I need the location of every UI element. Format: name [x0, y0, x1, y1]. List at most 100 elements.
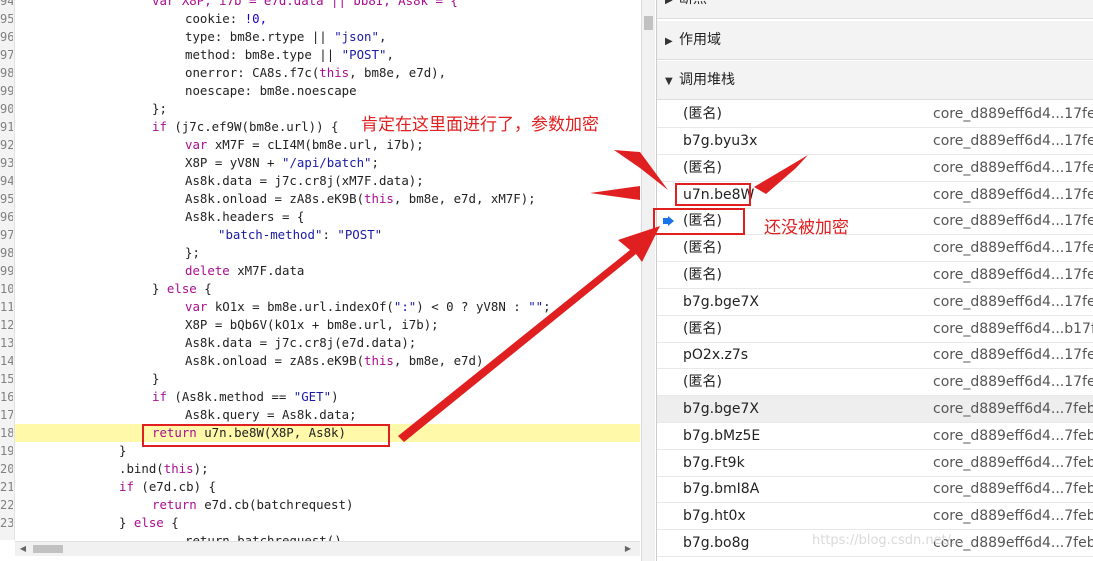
code-line: if (As8k.method == "GET") — [152, 388, 339, 406]
frame-function-name: b7g.ht0x — [683, 508, 746, 524]
code-token: var X8P, i7b = e7d.data || bb8I, As8k = … — [152, 0, 458, 8]
frame-function-name: pO2x.z7s — [683, 347, 749, 363]
call-stack-frame[interactable]: b7g.bmI8A core_d889eff6d4...7febf4 — [657, 476, 1093, 503]
code-token: "json" — [334, 29, 379, 44]
code-line: X8P = bQb6V(kO1x + bm8e.url, i7b); — [185, 317, 439, 332]
call-stack-frame[interactable]: (匿名) core_d889eff6d4...17febf4 — [657, 262, 1093, 289]
horizontal-scrollbar[interactable]: ◀ ▶ — [15, 541, 640, 556]
code-line: type: bm8e.rtype || "json", — [185, 28, 386, 46]
frame-location[interactable]: core_d889eff6d4...17febf4 — [933, 342, 1093, 368]
code-token: bm8e.type || — [244, 47, 342, 62]
current-call-stack-frame[interactable]: (匿名) core_d889eff6d4...17febf4 — [657, 208, 1093, 235]
code-line: noescape: bm8e.noescape — [185, 83, 357, 98]
vertical-scrollbar[interactable] — [641, 0, 655, 561]
frame-location[interactable]: core_d889eff6d4...7febf4 — [933, 423, 1093, 449]
code-token: else — [133, 515, 164, 530]
vertical-scroll-thumb[interactable] — [644, 16, 653, 30]
code-line: cookie: !0, — [185, 10, 267, 28]
code-token: , bm8e, e7d), — [349, 65, 447, 80]
call-stack-section-header[interactable]: ▼ 调用堆栈 — [657, 61, 1093, 100]
code-line: As8k.query = As8k.data; — [185, 407, 357, 422]
frame-location[interactable]: core_d889eff6d4...7febf4 — [933, 476, 1093, 502]
code-line: As8k.headers = { — [185, 209, 305, 224]
code-token: : — [322, 227, 338, 242]
code-token: ":" — [393, 299, 417, 314]
frame-location[interactable]: core_d889eff6d4...17febf4 — [933, 101, 1093, 127]
code-token: var — [185, 137, 208, 152]
code-line: delete xM7F.data — [185, 262, 304, 280]
call-stack-frame[interactable]: (匿名) core_d889eff6d4...17febf4 — [657, 155, 1093, 182]
code-line: var X8P, i7b = e7d.data || bb8I, As8k = … — [152, 0, 458, 10]
code-line: var kO1x = bm8e.url.indexOf(":") < 0 ? y… — [185, 298, 551, 316]
code-token: "POST" — [341, 47, 387, 62]
code-token: CA8s.f7c( — [252, 65, 320, 80]
code-lines: var X8P, i7b = e7d.data || bb8I, As8k = … — [0, 0, 640, 548]
call-stack-frame[interactable]: u7n.be8W core_d889eff6d4...17febf4 — [657, 182, 1093, 209]
call-stack-frame[interactable]: b7g.bge7X core_d889eff6d4...17febf4 — [657, 289, 1093, 316]
call-stack-frame[interactable]: (匿名) core_d889eff6d4...17febf4 — [657, 235, 1093, 262]
code-line: } — [152, 371, 160, 386]
code-token: if — [152, 389, 167, 404]
code-line: X8P = yV8N + "/api/batch"; — [185, 154, 379, 172]
frame-location[interactable]: core_d889eff6d4...17febf4 — [933, 369, 1093, 395]
frame-location[interactable]: core_d889eff6d4...17febf4 — [933, 289, 1093, 315]
frame-location[interactable]: core_d889eff6d4...7febf4 — [933, 450, 1093, 476]
code-line: var xM7F = cLI4M(bm8e.url, i7b); — [185, 136, 424, 154]
frame-location[interactable]: core_d889eff6d4...17febf4 — [933, 235, 1093, 261]
frame-function-name: b7g.bge7X — [683, 401, 760, 417]
call-stack-frame[interactable]: pO2x.z7s core_d889eff6d4...17febf4 — [657, 342, 1093, 369]
frame-location[interactable]: core_d889eff6d4...7febf4 — [933, 396, 1093, 422]
section-label: 调用堆栈 — [679, 72, 735, 88]
call-stack-frame[interactable]: b7g.ht0x core_d889eff6d4...7febf4 — [657, 503, 1093, 530]
code-line: if (e7d.cb) { — [119, 478, 216, 496]
frame-function-name: b7g.byu3x — [683, 133, 758, 149]
frame-location[interactable]: core_d889eff6d4...17febf4 — [933, 128, 1093, 154]
code-token: xM7F = cLI4M(bm8e.url, i7b); — [207, 137, 424, 152]
frame-location[interactable]: core_d889eff6d4...17febf4 — [933, 262, 1093, 288]
code-token: ; — [371, 155, 379, 170]
code-token: !0, — [244, 11, 268, 26]
call-stack-frame[interactable]: b7g.byu3x core_d889eff6d4...17febf4 — [657, 128, 1093, 155]
code-token: , — [386, 47, 394, 62]
code-line: return e7d.cb(batchrequest) — [152, 496, 353, 514]
frame-location[interactable]: core_d889eff6d4...17febf4 — [933, 208, 1093, 234]
code-token: else — [166, 281, 197, 296]
code-token: cookie: — [185, 11, 245, 26]
frame-function-name: b7g.bMz5E — [683, 428, 761, 444]
watermark-text: https://blog.csdn.net/... — [812, 533, 964, 548]
call-stack-frame[interactable]: b7g.Ft9k core_d889eff6d4...7febf4 — [657, 450, 1093, 477]
source-code-pane[interactable]: 94 95 96 97 98 99 90 91 92 93 94 95 96 9… — [0, 0, 640, 561]
code-token: X8P = yV8N + — [185, 155, 282, 170]
scope-section-header[interactable]: ▶ 作用域 — [657, 21, 1093, 60]
code-line: As8k.data = j7c.cr8j(e7d.data); — [185, 335, 417, 350]
expanded-triangle-icon: ▼ — [665, 76, 673, 87]
annotation-not-encrypted-note: 还没被加密 — [764, 218, 849, 238]
code-token: ) < 0 ? yV8N : — [416, 299, 529, 314]
call-stack-frame[interactable]: b7g.bge7X core_d889eff6d4...7febf4 — [657, 396, 1093, 423]
horizontal-scroll-thumb[interactable] — [33, 545, 63, 553]
breakpoints-section-header[interactable]: ▶ 断点 — [657, 0, 1093, 19]
code-token: if — [119, 479, 134, 494]
code-line: method: bm8e.type || "POST", — [185, 46, 394, 64]
code-token: As8k.onload = zA8s.eK9B( — [185, 353, 365, 368]
code-token: if — [152, 119, 167, 134]
code-token: ; — [543, 299, 551, 314]
code-line: onerror: CA8s.f7c(this, bm8e, e7d), — [185, 64, 446, 82]
code-token: , — [378, 29, 387, 44]
call-stack-frame[interactable]: (匿名) core_d889eff6d4...17febf4 — [657, 101, 1093, 128]
frame-location[interactable]: core_d889eff6d4...17febf4 — [933, 155, 1093, 181]
scroll-right-icon[interactable]: ▶ — [622, 543, 634, 555]
code-line: As8k.onload = zA8s.eK9B(this, bm8e, e7d) — [185, 352, 483, 370]
call-stack-frame[interactable]: b7g.bMz5E core_d889eff6d4...7febf4 — [657, 423, 1093, 450]
code-token: "" — [528, 299, 544, 314]
frame-location[interactable]: core_d889eff6d4...b17febf4 — [933, 316, 1093, 342]
code-token: .bind( — [119, 461, 164, 476]
current-frame-arrow-icon — [663, 216, 674, 226]
frame-location[interactable]: core_d889eff6d4...7febf4 — [933, 503, 1093, 529]
frame-location[interactable]: core_d889eff6d4...17febf4 — [933, 182, 1093, 208]
annotation-encrypted-note: 肯定在这里面进行了，参数加密 — [361, 115, 599, 135]
call-stack-frame[interactable]: (匿名) core_d889eff6d4...17febf4 — [657, 369, 1093, 396]
scroll-left-icon[interactable]: ◀ — [17, 543, 29, 555]
code-line: }; — [185, 245, 200, 260]
call-stack-frame[interactable]: (匿名) core_d889eff6d4...b17febf4 — [657, 316, 1093, 343]
